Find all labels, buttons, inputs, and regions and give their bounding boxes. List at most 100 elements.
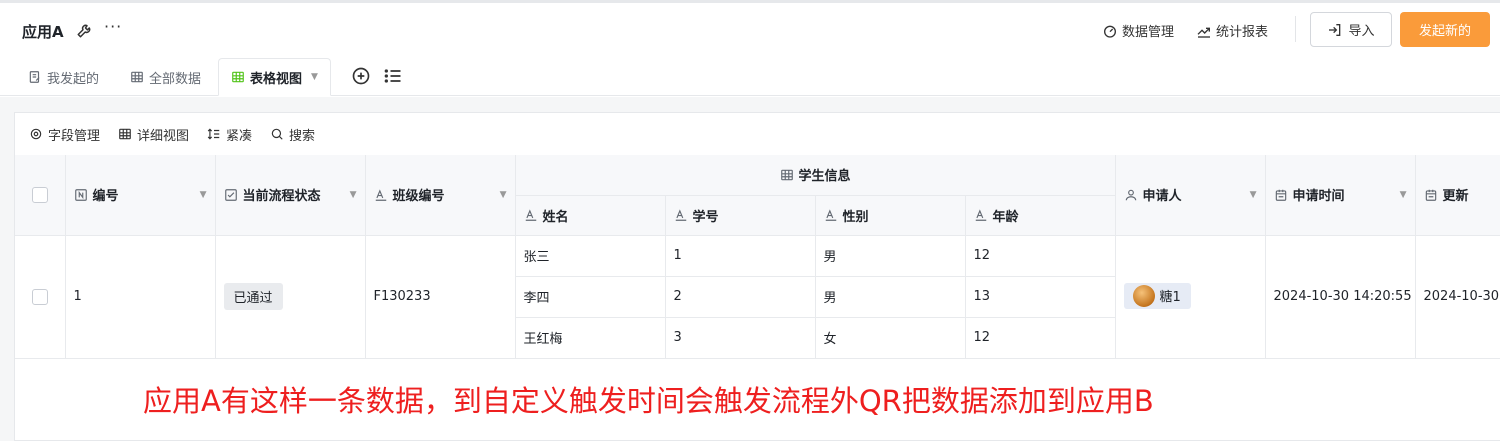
applicant-name: 糖1 (1159, 290, 1181, 305)
add-view-icon[interactable] (351, 66, 371, 86)
tab-my-initiated[interactable]: 我发起的 (28, 58, 99, 96)
column-header-student-no[interactable]: 学号 (665, 195, 816, 236)
app-title: 应用A (22, 23, 64, 41)
column-header-flow-status[interactable]: 当前流程状态 ▼ (215, 155, 366, 236)
start-new-button[interactable]: 发起新的 (1400, 12, 1490, 47)
calendar-icon (1275, 189, 1286, 201)
cell-id: 1 (65, 235, 216, 359)
chevron-down-icon[interactable]: ▼ (1250, 190, 1257, 200)
stats-report-label: 统计报表 (1216, 25, 1269, 40)
cell-age: 12 (965, 235, 1116, 277)
cell-apply-time: 2024-10-30 14:20:55 (1265, 235, 1416, 359)
column-label: 班级编号 (392, 189, 445, 205)
column-header-update-time[interactable]: 更新 (1415, 155, 1500, 236)
field-manage-label: 字段管理 (48, 128, 101, 144)
column-header-applicant[interactable]: 申请人 ▼ (1115, 155, 1266, 236)
table-icon (131, 71, 143, 83)
tab-label: 全部数据 (149, 71, 202, 87)
tab-table-view[interactable]: 表格视图 ▼ (218, 58, 331, 96)
text-field-icon (975, 209, 986, 221)
cell-gender: 女 (815, 317, 966, 359)
column-header-name[interactable]: 姓名 (515, 195, 666, 236)
wrench-icon[interactable] (76, 21, 94, 39)
column-label: 学号 (692, 209, 719, 225)
compact-label: 紧凑 (226, 128, 253, 144)
chevron-down-icon[interactable]: ▼ (1400, 190, 1407, 200)
app-header: 应用A ··· 数据管理 统计报表 导入 发起新的 (0, 3, 1500, 56)
user-icon (1125, 189, 1136, 201)
list-icon[interactable] (383, 66, 403, 86)
header-divider (1295, 16, 1296, 42)
column-group-student-info: 学生信息 (515, 155, 1116, 196)
row-height-icon (207, 128, 220, 140)
search-icon (271, 128, 283, 140)
detail-view-label: 详细视图 (137, 128, 190, 144)
data-manage-link[interactable]: 数据管理 (1102, 21, 1174, 40)
cell-class-no: F130233 (365, 235, 516, 359)
text-field-icon (825, 209, 836, 221)
table-icon (780, 169, 793, 180)
tab-all-data[interactable]: 全部数据 (130, 58, 201, 96)
import-icon (1329, 23, 1341, 36)
select-all-cell (15, 155, 66, 236)
settings-icon (30, 128, 42, 140)
column-header-id[interactable]: 编号 ▼ (65, 155, 216, 236)
column-label: 姓名 (542, 209, 569, 225)
cell-age: 13 (965, 276, 1116, 318)
data-table: 编号 ▼ 当前流程状态 ▼ 班级编号 ▼ 学生信息 申请人 ▼ 申请时间 ▼ 更… (15, 155, 1500, 359)
stats-report-link[interactable]: 统计报表 (1196, 21, 1268, 40)
cell-flow-status: 已通过 (215, 235, 366, 359)
cell-name: 李四 (515, 276, 666, 318)
grid-icon (119, 128, 131, 140)
column-label: 性别 (842, 209, 869, 225)
search-label: 搜索 (289, 128, 316, 144)
avatar (1132, 284, 1155, 307)
table-toolbar: 字段管理 详细视图 紧凑 搜索 (15, 113, 1500, 155)
column-header-class-no[interactable]: 班级编号 ▼ (365, 155, 516, 236)
document-edit-icon (29, 71, 40, 83)
more-icon[interactable]: ··· (104, 17, 122, 36)
column-header-apply-time[interactable]: 申请时间 ▼ (1265, 155, 1416, 236)
chevron-down-icon[interactable]: ▼ (200, 190, 207, 200)
column-header-age[interactable]: 年龄 (965, 195, 1116, 236)
view-tabbar: 我发起的 全部数据 表格视图 ▼ (0, 56, 1500, 96)
cell-age: 12 (965, 317, 1116, 359)
chevron-down-icon[interactable]: ▼ (350, 190, 357, 200)
cell-name: 张三 (515, 235, 666, 277)
row-checkbox[interactable] (31, 288, 48, 305)
table-icon (232, 71, 244, 83)
checkbox-field-icon (224, 188, 237, 201)
chevron-down-icon[interactable]: ▼ (500, 190, 507, 200)
compact-button[interactable]: 紧凑 (207, 125, 252, 144)
status-badge: 已通过 (223, 283, 283, 310)
calendar-icon (1425, 189, 1436, 201)
search-button[interactable]: 搜索 (270, 125, 315, 144)
detail-view-button[interactable]: 详细视图 (118, 125, 189, 144)
select-all-checkbox[interactable] (31, 186, 48, 203)
column-label: 申请人 (1142, 189, 1182, 205)
dashboard-icon (1104, 25, 1116, 38)
column-label: 当前流程状态 (242, 189, 321, 205)
text-field-icon (525, 209, 536, 221)
text-field-icon (375, 189, 386, 201)
cell-student-no: 3 (665, 317, 816, 359)
import-label: 导入 (1348, 24, 1375, 39)
import-button[interactable]: 导入 (1310, 12, 1392, 47)
column-header-gender[interactable]: 性别 (815, 195, 966, 236)
field-manage-button[interactable]: 字段管理 (29, 125, 100, 144)
cell-student-no: 2 (665, 276, 816, 318)
cell-student-no: 1 (665, 235, 816, 277)
column-label: 更新 (1442, 189, 1469, 205)
row-select-cell (15, 235, 66, 359)
chevron-down-icon[interactable]: ▼ (311, 72, 318, 82)
cell-gender: 男 (815, 276, 966, 318)
number-field-icon (74, 188, 87, 201)
cell-gender: 男 (815, 235, 966, 277)
column-group-label: 学生信息 (798, 169, 851, 185)
table-row[interactable]: 1 已通过 F130233 张三 1 男 12 糖1 2024-10-30 14… (15, 235, 1500, 359)
user-chip[interactable]: 糖1 (1123, 282, 1191, 309)
annotation-text: 应用A有这样一条数据，到自定义触发时间会触发流程外QR把数据添加到应用B (143, 384, 1154, 418)
tab-label: 表格视图 (250, 71, 303, 87)
trend-icon (1197, 27, 1210, 38)
cell-update-time: 2024-10-30 (1415, 235, 1500, 359)
